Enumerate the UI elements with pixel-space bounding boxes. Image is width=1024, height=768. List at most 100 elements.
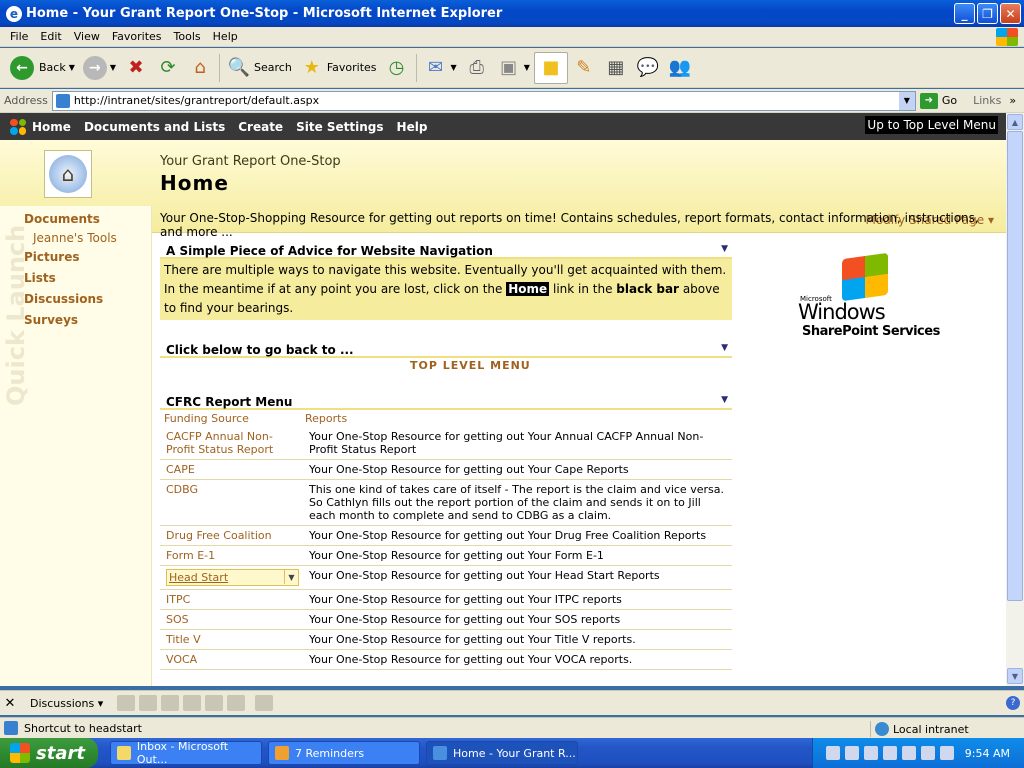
print-button[interactable]: ⎙ bbox=[461, 52, 493, 84]
links-toolbar[interactable]: Links bbox=[973, 94, 1001, 107]
back-button[interactable]: ← Back ▼ bbox=[6, 52, 79, 84]
funding-source-link-selected[interactable]: Head Start ▼ bbox=[160, 566, 305, 589]
funding-source-link[interactable]: CAPE bbox=[160, 460, 305, 479]
ql-documents[interactable]: Documents bbox=[24, 212, 100, 226]
table-row: CDBG This one kind of takes care of itse… bbox=[160, 480, 732, 526]
ql-lists[interactable]: Lists bbox=[24, 271, 56, 285]
chevron-right-icon[interactable]: » bbox=[1009, 94, 1016, 107]
new-discussion-icon[interactable] bbox=[117, 695, 136, 711]
search-button[interactable]: 🔍 Search bbox=[223, 52, 296, 84]
ql-discussions[interactable]: Discussions bbox=[24, 292, 103, 306]
scrollbar-thumb[interactable] bbox=[1007, 131, 1023, 601]
favorites-button[interactable]: ★ Favorites bbox=[296, 52, 381, 84]
minimize-button[interactable]: _ bbox=[954, 3, 975, 24]
column-reports[interactable]: Reports bbox=[305, 412, 347, 427]
research-button[interactable]: ✎ bbox=[568, 52, 600, 84]
address-input[interactable]: http://intranet/sites/grantreport/defaul… bbox=[51, 90, 916, 111]
menu-tools[interactable]: Tools bbox=[168, 30, 207, 43]
site-name[interactable]: Your Grant Report One-Stop bbox=[160, 154, 341, 169]
help-icon[interactable]: ? bbox=[1006, 696, 1020, 710]
history-button[interactable]: ◷ bbox=[381, 52, 413, 84]
refresh-button[interactable]: ⟳ bbox=[152, 52, 184, 84]
menu-edit[interactable]: Edit bbox=[34, 30, 67, 43]
show-hide-pane-icon[interactable] bbox=[255, 695, 274, 711]
nav-site-settings[interactable]: Site Settings bbox=[296, 120, 383, 134]
nav-help[interactable]: Help bbox=[397, 120, 428, 134]
back-dropdown-icon[interactable]: ▼ bbox=[69, 63, 75, 72]
funding-source-link[interactable]: CACFP Annual Non-Profit Status Report bbox=[160, 427, 305, 459]
address-dropdown-icon[interactable]: ▼ bbox=[898, 91, 915, 110]
funding-source-link[interactable]: SOS bbox=[160, 610, 305, 629]
head-start-link[interactable]: Head Start ▼ bbox=[166, 569, 299, 586]
menu-favorites[interactable]: Favorites bbox=[106, 30, 168, 43]
edit-discussion-icon[interactable] bbox=[205, 695, 224, 711]
funding-source-link[interactable]: CDBG bbox=[160, 480, 305, 525]
collapse-icon[interactable] bbox=[183, 695, 202, 711]
menu-help[interactable]: Help bbox=[207, 30, 244, 43]
site-home-icon[interactable]: ⌂ bbox=[44, 150, 92, 198]
tray-network-icon[interactable] bbox=[844, 746, 859, 760]
nav-documents-and-lists[interactable]: Documents and Lists bbox=[84, 120, 225, 134]
ql-surveys[interactable]: Surveys bbox=[24, 313, 78, 327]
close-button[interactable]: ✕ bbox=[1000, 3, 1021, 24]
go-button[interactable]: ➜ Go bbox=[919, 92, 957, 109]
web-part-menu-icon[interactable]: ▼ bbox=[721, 395, 728, 405]
search-label: Search bbox=[254, 61, 292, 74]
ql-pictures[interactable]: Pictures bbox=[24, 250, 80, 264]
report-description: Your One-Stop Resource for getting out Y… bbox=[309, 593, 622, 606]
web-part-menu-icon[interactable]: ▼ bbox=[721, 343, 728, 353]
taskbar-item-ie[interactable]: Home - Your Grant R... bbox=[426, 741, 578, 765]
forward-button[interactable]: → ▼ bbox=[79, 52, 120, 84]
item-dropdown-icon[interactable]: ▼ bbox=[284, 570, 298, 584]
clock[interactable]: 9:54 AM bbox=[965, 747, 1010, 760]
note-icon: ■ bbox=[542, 57, 560, 78]
tray-volume-icon[interactable] bbox=[920, 746, 935, 760]
start-button[interactable]: start bbox=[0, 738, 98, 768]
tray-ie-icon[interactable] bbox=[882, 746, 897, 760]
reply-icon[interactable] bbox=[139, 695, 158, 711]
tray-mail-icon[interactable] bbox=[901, 746, 916, 760]
up-to-top-level-link[interactable]: Up to Top Level Menu bbox=[865, 116, 998, 134]
home-button[interactable]: ⌂ bbox=[184, 52, 216, 84]
notes-button[interactable]: ■ bbox=[533, 51, 568, 84]
funding-source-link[interactable]: VOCA bbox=[160, 650, 305, 669]
edit-button[interactable]: ▣ ▼ bbox=[493, 52, 534, 84]
ql-jeannes-tools[interactable]: Jeanne's Tools bbox=[33, 231, 117, 245]
messenger-button[interactable]: 👥 bbox=[664, 52, 696, 84]
nav-home[interactable]: Home bbox=[32, 120, 71, 134]
window-titlebar[interactable]: e Home - Your Grant Report One-Stop - Mi… bbox=[0, 0, 1024, 27]
sharepoint-logo-icon[interactable] bbox=[10, 118, 26, 135]
funding-source-link[interactable]: Drug Free Coalition bbox=[160, 526, 305, 545]
tray-security-icon[interactable] bbox=[863, 746, 878, 760]
forward-dropdown-icon[interactable]: ▼ bbox=[110, 63, 116, 72]
restore-button[interactable]: ❐ bbox=[977, 3, 998, 24]
funding-source-link[interactable]: Form E-1 bbox=[160, 546, 305, 565]
mail-dropdown-icon[interactable]: ▼ bbox=[451, 63, 457, 72]
menu-view[interactable]: View bbox=[68, 30, 106, 43]
tray-tool-icon[interactable] bbox=[825, 746, 840, 760]
tray-messenger-icon[interactable] bbox=[939, 746, 954, 760]
taskbar-item-reminders[interactable]: 7 Reminders bbox=[268, 741, 420, 765]
nav-create[interactable]: Create bbox=[238, 120, 283, 134]
top-level-menu-link[interactable]: TOP LEVEL MENU bbox=[410, 359, 531, 372]
address-bar: Address http://intranet/sites/grantrepor… bbox=[0, 89, 1024, 113]
column-funding-source[interactable]: Funding Source bbox=[160, 412, 305, 427]
mail-button[interactable]: ✉ ▼ bbox=[420, 52, 461, 84]
subscribe-icon[interactable] bbox=[227, 695, 246, 711]
web-part-menu-icon[interactable]: ▼ bbox=[721, 244, 728, 254]
scroll-up-icon[interactable]: ▲ bbox=[1007, 114, 1023, 130]
scroll-down-icon[interactable]: ▼ bbox=[1007, 668, 1023, 684]
close-discussions-icon[interactable]: ✕ bbox=[0, 696, 20, 711]
intranet-globe-icon bbox=[875, 722, 889, 736]
menu-file[interactable]: File bbox=[4, 30, 34, 43]
edit-dropdown-icon[interactable]: ▼ bbox=[524, 63, 530, 72]
expand-icon[interactable] bbox=[161, 695, 180, 711]
vertical-scrollbar[interactable]: ▲ ▼ bbox=[1006, 113, 1024, 686]
taskbar-item-outlook[interactable]: Inbox - Microsoft Out... bbox=[110, 740, 262, 766]
discussions-menu[interactable]: Discussions ▾ bbox=[30, 697, 103, 710]
stop-button[interactable]: ✖ bbox=[120, 52, 152, 84]
funding-source-link[interactable]: Title V bbox=[160, 630, 305, 649]
funding-source-link[interactable]: ITPC bbox=[160, 590, 305, 609]
discuss-button[interactable]: 💬 bbox=[632, 52, 664, 84]
media-button[interactable]: ▦ bbox=[600, 52, 632, 84]
